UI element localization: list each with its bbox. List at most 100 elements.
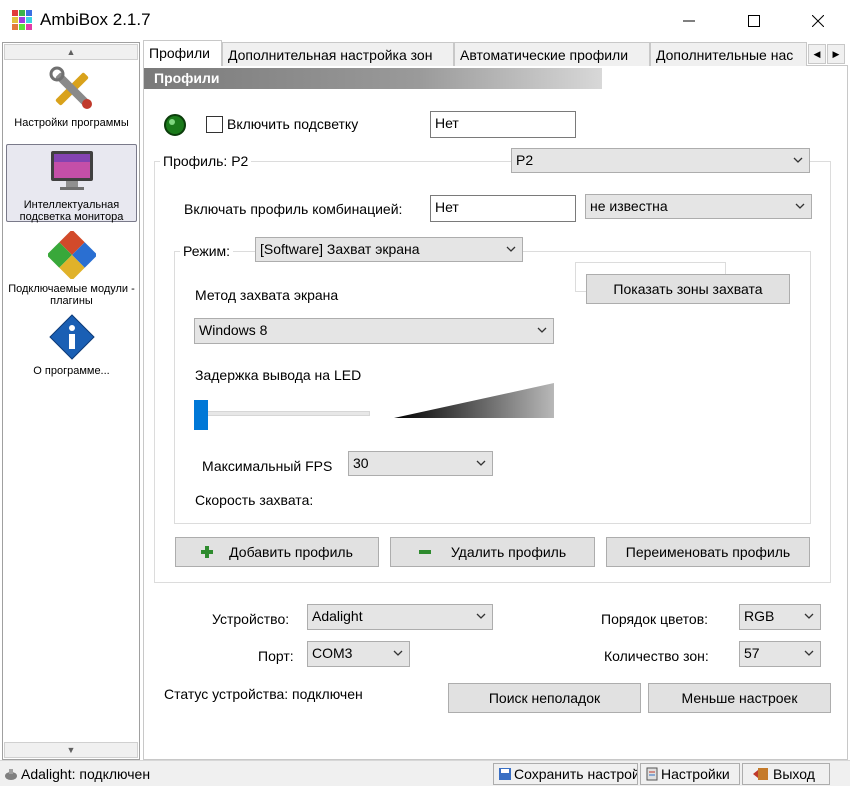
port-select-value: COM3 <box>312 645 353 661</box>
enable-backlight-label: Включить подсветку <box>227 116 359 132</box>
color-order-label: Порядок цветов: <box>601 611 709 627</box>
device-status-text: Статус устройства: подключен <box>164 686 363 702</box>
settings-icon <box>646 767 658 781</box>
mode-label: Режим: <box>180 243 234 259</box>
minimize-button[interactable] <box>666 0 712 42</box>
chevron-down-icon <box>537 327 547 333</box>
device-status-icon <box>5 769 17 780</box>
status-indicator-icon <box>164 114 186 136</box>
minus-icon <box>418 550 431 554</box>
profile-label: Профиль: P2 <box>160 153 252 169</box>
status-bar-text: Adalight: подключен <box>21 766 151 782</box>
max-fps-value: 30 <box>353 455 369 471</box>
exit-door-icon <box>753 768 768 780</box>
combo-label: Включать профиль комбинацией: <box>184 201 403 217</box>
add-profile-label: Добавить профиль <box>229 544 353 560</box>
window-title: AmbiBox 2.1.7 <box>40 10 151 29</box>
sidebar-item-plugins[interactable]: Подключаемые модули - плагины <box>6 229 137 307</box>
delete-profile-button[interactable]: Удалить профиль <box>390 537 595 567</box>
rename-profile-button[interactable]: Переименовать профиль <box>606 537 810 567</box>
title-bar: AmbiBox 2.1.7 <box>0 0 850 42</box>
sidebar-item-monitor[interactable]: Интеллектуальная подсветка монитора <box>6 144 137 223</box>
chevron-down-icon <box>804 613 814 619</box>
mode-select[interactable]: [Software] Захват экрана <box>255 237 523 262</box>
show-zones-button[interactable]: Показать зоны захвата <box>586 274 790 304</box>
settings-button[interactable]: Настройки <box>640 763 740 785</box>
tab-auto-profiles[interactable]: Автоматические профили <box>454 42 650 66</box>
tab-profiles[interactable]: Профили <box>143 40 222 66</box>
settings-label: Настройки <box>661 766 730 782</box>
minimize-icon <box>683 20 695 22</box>
enable-backlight-checkbox[interactable] <box>206 116 223 133</box>
sidebar-item-label: Интеллектуальная подсветка монитора <box>19 199 124 223</box>
tools-icon <box>49 66 92 109</box>
led-delay-slider-track[interactable] <box>194 411 370 416</box>
tab-scroll-right-button[interactable]: ▶ <box>827 44 845 64</box>
section-title: Профили <box>144 68 602 89</box>
chevron-down-icon <box>793 157 803 163</box>
profile-select[interactable]: P2 <box>511 148 810 173</box>
chevron-down-icon <box>476 613 486 619</box>
sidebar-scroll-up-button[interactable]: ▲ <box>4 44 138 60</box>
sidebar-item-about[interactable]: О программе... <box>6 311 137 377</box>
tab-scroll-left-button[interactable]: ◀ <box>808 44 826 64</box>
close-button[interactable] <box>795 0 841 42</box>
port-select[interactable]: COM3 <box>307 641 410 667</box>
save-settings-label: Сохранить настройки <box>514 766 637 782</box>
chevron-down-icon <box>795 203 805 209</box>
hotkey-state-select[interactable]: не известна <box>585 194 812 219</box>
add-profile-button[interactable]: Добавить профиль <box>175 537 379 567</box>
led-delay-label: Задержка вывода на LED <box>195 367 362 383</box>
chevron-down-icon <box>506 246 516 252</box>
zones-count-select[interactable]: 57 <box>739 641 821 667</box>
capture-method-select[interactable]: Windows 8 <box>194 318 554 344</box>
tab-bar: Профили Дополнительная настройка зон Авт… <box>143 40 850 66</box>
save-settings-button[interactable]: Сохранить настройки <box>493 763 638 785</box>
delay-gradient-indicator <box>394 383 554 418</box>
sidebar-item-label: Настройки программы <box>14 117 129 129</box>
profile-select-value: P2 <box>516 152 534 168</box>
max-fps-select[interactable]: 30 <box>348 451 493 476</box>
less-settings-button[interactable]: Меньше настроек <box>648 683 831 713</box>
plus-icon <box>201 546 214 558</box>
device-select[interactable]: Adalight <box>307 604 493 630</box>
max-fps-label: Максимальный FPS <box>202 458 333 474</box>
sidebar-item-settings[interactable]: Настройки программы <box>6 63 137 153</box>
close-icon <box>812 15 824 27</box>
exit-label: Выход <box>773 766 815 782</box>
exit-button[interactable]: Выход <box>742 763 830 785</box>
delete-profile-label: Удалить профиль <box>450 544 567 560</box>
tab-zones-settings[interactable]: Дополнительная настройка зон <box>222 42 454 66</box>
mode-select-value: [Software] Захват экрана <box>260 241 420 257</box>
status-bar: Adalight: подключен Сохранить настройки … <box>0 760 850 786</box>
device-label: Устройство: <box>212 611 290 627</box>
color-order-select[interactable]: RGB <box>739 604 821 630</box>
app-logo-icon <box>12 10 32 30</box>
sidebar: ▲ Настройки программы Интеллектуальная п… <box>2 42 140 760</box>
troubleshoot-button[interactable]: Поиск неполадок <box>448 683 641 713</box>
capture-speed-label: Скорость захвата: <box>195 492 314 508</box>
capture-method-value: Windows 8 <box>199 322 268 338</box>
maximize-icon <box>748 15 760 27</box>
zones-count-label: Количество зон: <box>604 648 709 664</box>
sidebar-item-label: Подключаемые модули - плагины <box>8 283 135 307</box>
capture-method-label: Метод захвата экрана <box>195 287 339 303</box>
monitor-icon <box>50 151 93 190</box>
device-select-value: Adalight <box>312 608 363 624</box>
chevron-down-icon <box>393 650 403 656</box>
port-label: Порт: <box>258 648 294 664</box>
color-order-value: RGB <box>744 608 775 624</box>
chevron-down-icon <box>476 460 486 466</box>
hotkey-state-value: не известна <box>590 198 668 214</box>
info-icon <box>48 314 95 360</box>
profile-hotkey-input[interactable]: Нет <box>430 195 576 222</box>
maximize-button[interactable] <box>731 0 777 42</box>
save-icon <box>499 768 511 780</box>
sidebar-item-label: О программе... <box>33 365 110 377</box>
sidebar-scroll-down-button[interactable]: ▼ <box>4 742 138 758</box>
zones-count-value: 57 <box>744 645 760 661</box>
backlight-hotkey-input[interactable]: Нет <box>430 111 576 138</box>
chevron-down-icon <box>804 650 814 656</box>
tab-additional[interactable]: Дополнительные нас <box>650 42 807 66</box>
led-delay-slider-thumb[interactable] <box>194 400 208 430</box>
